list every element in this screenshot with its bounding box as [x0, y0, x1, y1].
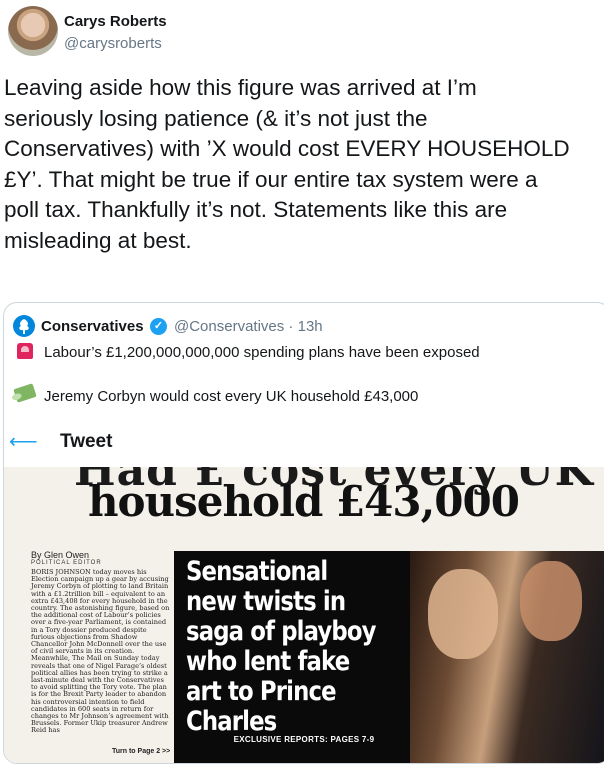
- newspaper-image: Had £ cost every UK household £43,000 By…: [4, 467, 604, 763]
- promo-photo: [410, 551, 604, 763]
- byline: By Glen Owen: [31, 550, 90, 560]
- verified-badge-icon: ✓: [150, 318, 167, 335]
- embedded-screenshot[interactable]: ⟵ Tweet Had £ cost every UK household £4…: [4, 423, 604, 763]
- police-siren-icon: [17, 343, 33, 359]
- quoted-line-1: Labour’s £1,200,000,000,000 spending pla…: [44, 344, 480, 361]
- promo-box: Sensational new twists in saga of playbo…: [174, 551, 604, 763]
- author-handle[interactable]: @carysroberts: [64, 35, 162, 52]
- quoted-author-handle[interactable]: @Conservatives · 13h: [174, 318, 323, 335]
- newspaper-headline: household £43,000: [88, 477, 520, 526]
- tweet-text: Leaving aside how this figure was arrive…: [4, 75, 570, 253]
- back-arrow-icon: ⟵: [9, 431, 38, 453]
- author-name[interactable]: Carys Roberts: [64, 13, 167, 30]
- quoted-author-name[interactable]: Conservatives: [41, 318, 144, 335]
- article-text: BORIS JOHNSON today moves his Election c…: [31, 568, 170, 735]
- avatar[interactable]: [8, 6, 58, 56]
- exclusive-reports: EXCLUSIVE REPORTS: PAGES 7-9: [233, 735, 375, 744]
- byline-role: POLITICAL EDITOR: [31, 560, 102, 566]
- quoted-tweet[interactable]: Conservatives ✓ @Conservatives · 13h Lab…: [3, 302, 604, 764]
- quoted-line-2: Jeremy Corbyn would cost every UK househ…: [44, 388, 419, 405]
- promo-headline: Sensational new twists in saga of playbo…: [186, 556, 377, 737]
- turn-to-page: Turn to Page 2 >>: [112, 748, 171, 755]
- inner-tweet-title: Tweet: [60, 431, 113, 452]
- conservatives-tree-logo: [13, 315, 35, 337]
- flying-money-icon: [13, 383, 37, 403]
